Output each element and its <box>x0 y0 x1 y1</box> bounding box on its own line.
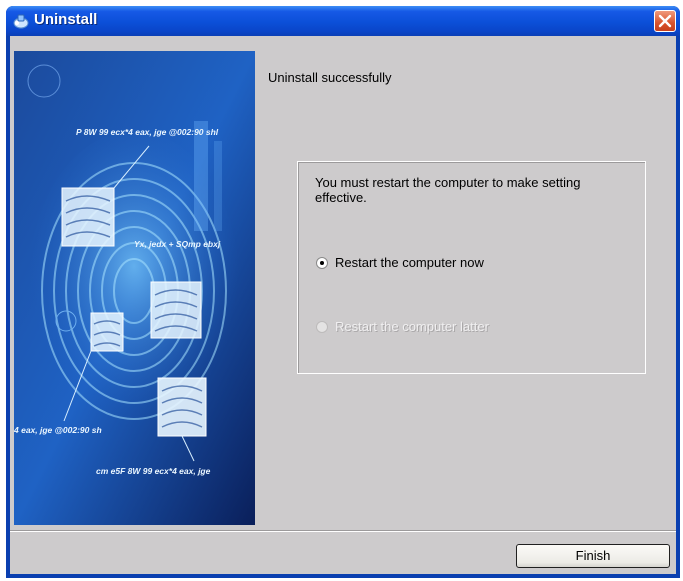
restart-options-group: You must restart the computer to make se… <box>297 161 646 374</box>
restart-now-label[interactable]: Restart the computer now <box>335 255 484 270</box>
close-icon <box>658 14 672 28</box>
restart-message: You must restart the computer to make se… <box>315 175 581 205</box>
window-title: Uninstall <box>34 11 98 28</box>
radio-button-selected[interactable] <box>316 256 328 269</box>
banner-caption-3: 4 eax, jge @002:90 sh <box>14 425 102 435</box>
banner-caption-4: cm e5F 8W 99 ecx*4 eax, jge <box>96 466 211 476</box>
status-message: Uninstall successfully <box>268 70 392 85</box>
close-button[interactable] <box>654 10 676 32</box>
banner-caption-2: Yx, jedx + SQmp ebxj <box>134 239 221 249</box>
title-bar[interactable]: Uninstall <box>6 6 680 36</box>
restart-now-option[interactable]: Restart the computer now <box>316 255 484 270</box>
uninstall-window: Uninstall P 8W 99 ecx*4 eax, jge @002:90… <box>6 6 680 578</box>
restart-later-label: Restart the computer latter <box>335 319 489 334</box>
installer-icon <box>12 12 30 30</box>
fingerprint-banner: P 8W 99 ecx*4 eax, jge @002:90 shl Yx, j… <box>14 51 255 525</box>
footer-divider <box>10 530 676 532</box>
radio-button-disabled <box>316 320 328 333</box>
dialog-client-area: P 8W 99 ecx*4 eax, jge @002:90 shl Yx, j… <box>10 36 676 574</box>
finish-button[interactable]: Finish <box>516 544 670 568</box>
restart-later-option: Restart the computer latter <box>316 319 489 334</box>
banner-caption-1: P 8W 99 ecx*4 eax, jge @002:90 shl <box>76 127 219 137</box>
